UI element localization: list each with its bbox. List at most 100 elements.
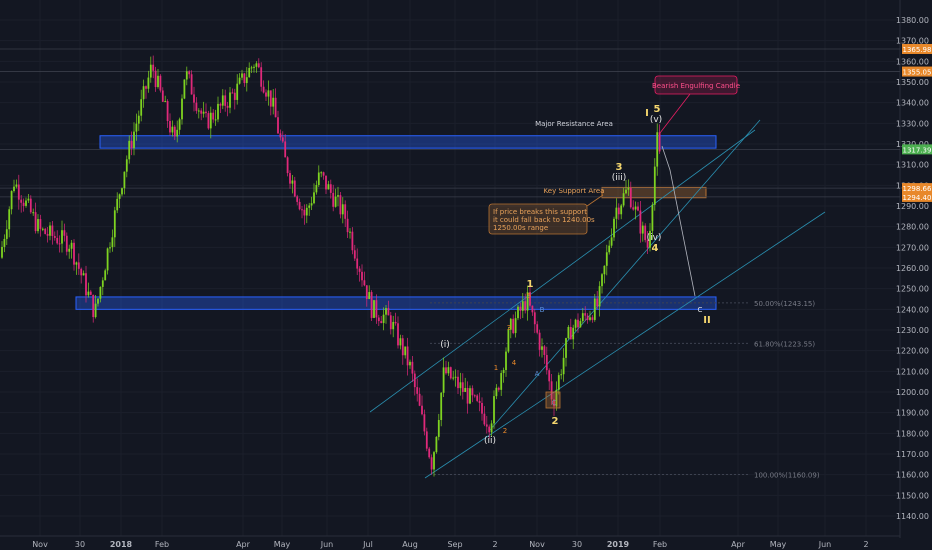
candle-body xyxy=(274,97,277,118)
candle-body xyxy=(608,245,611,253)
candle-body xyxy=(149,64,152,78)
candle-body xyxy=(560,374,563,376)
candle-body xyxy=(130,140,133,149)
candle-body xyxy=(593,298,596,320)
candle-body xyxy=(293,180,296,197)
y-tick-label: 1330.00 xyxy=(896,119,929,128)
candle-body xyxy=(538,332,541,350)
candle-body xyxy=(514,318,517,334)
candle-body xyxy=(145,86,147,89)
candle-body xyxy=(32,212,35,214)
candle-body xyxy=(298,201,301,210)
candle-body xyxy=(476,395,479,401)
candle-body xyxy=(500,373,503,390)
candle-body xyxy=(577,319,579,328)
candle-body xyxy=(154,70,157,88)
candle-body xyxy=(5,229,8,239)
candle-body xyxy=(334,196,337,207)
zone-label-resistance: Major Resistance Area xyxy=(535,120,613,128)
candle-body xyxy=(478,400,481,403)
price-chart[interactable]: Major Resistance AreaKey Support Area 50… xyxy=(0,0,932,550)
candle-body xyxy=(471,388,474,396)
y-tick-label: 1190.00 xyxy=(896,409,929,418)
candle-body xyxy=(39,219,42,229)
candle-body xyxy=(613,218,615,238)
candle-body xyxy=(349,231,351,233)
candle-body xyxy=(8,209,11,230)
candle-body xyxy=(488,426,491,433)
candle-body xyxy=(428,448,431,458)
x-tick-label: Apr xyxy=(236,540,251,549)
candle-body xyxy=(629,187,632,208)
x-tick-label: 2 xyxy=(492,540,497,549)
wave-label-white: (v) xyxy=(650,115,662,125)
candle-body xyxy=(118,194,121,199)
candle-body xyxy=(233,92,236,100)
candle-body xyxy=(591,317,594,320)
candle-body xyxy=(296,196,299,202)
wave2-box xyxy=(545,391,561,409)
candle-body xyxy=(418,393,421,406)
candle-body xyxy=(341,204,344,215)
candle-body xyxy=(433,452,435,470)
candle-body xyxy=(541,346,543,350)
candle-body xyxy=(75,262,78,265)
candle-body xyxy=(190,74,193,95)
y-tick-label: 1230.00 xyxy=(896,326,929,335)
y-tick-label: 1310.00 xyxy=(896,161,929,170)
candle-body xyxy=(603,265,606,275)
candle-body xyxy=(495,387,498,397)
candle-body xyxy=(37,219,39,232)
y-tick-label: 1210.00 xyxy=(896,367,929,376)
candle-body xyxy=(512,318,515,334)
candle-body xyxy=(375,300,378,318)
candle-body xyxy=(377,317,380,322)
candle-body xyxy=(325,175,327,190)
candle-body xyxy=(445,367,447,374)
candle-body xyxy=(219,103,222,106)
x-tick-label: Sep xyxy=(447,540,462,549)
candle-body xyxy=(565,338,567,358)
candle-body xyxy=(303,209,306,216)
candle-body xyxy=(615,207,618,219)
candle-body xyxy=(22,202,25,206)
candle-body xyxy=(99,286,102,299)
candle-body xyxy=(370,292,373,318)
candle-body xyxy=(641,225,644,234)
x-tick-label: Aug xyxy=(402,540,418,549)
candle-body xyxy=(183,79,186,99)
candle-body xyxy=(632,207,635,210)
candle-body xyxy=(507,329,510,352)
candle-body xyxy=(221,95,224,106)
candle-body xyxy=(147,77,150,89)
candle-body xyxy=(574,319,577,328)
candle-body xyxy=(454,376,457,378)
candle-body xyxy=(34,212,37,232)
candle-body xyxy=(320,172,323,174)
x-tick-label: Apr xyxy=(731,540,746,549)
candle-body xyxy=(73,242,75,265)
x-tick-label: Jul xyxy=(362,540,373,549)
y-tick-label: 1260.00 xyxy=(896,264,929,273)
candle-body xyxy=(313,192,315,204)
candle-body xyxy=(389,315,392,330)
wave-label-yellow: 5 xyxy=(654,104,661,115)
candle-body xyxy=(41,228,44,230)
candle-body xyxy=(459,382,462,389)
candle-body xyxy=(89,291,92,295)
candle-body xyxy=(265,92,267,97)
candle-body xyxy=(308,205,311,208)
wave-label-yellow: 2 xyxy=(552,416,559,427)
candle-body xyxy=(548,370,551,382)
candle-body xyxy=(461,382,464,392)
candle-body xyxy=(605,252,608,266)
candle-body xyxy=(579,321,582,328)
candle-body xyxy=(567,326,570,339)
x-tick-label: 2019 xyxy=(607,540,630,549)
y-tick-label: 1140.00 xyxy=(896,512,929,521)
candle-body xyxy=(125,159,128,172)
candle-body xyxy=(284,141,287,158)
candle-body xyxy=(363,280,366,286)
candle-body xyxy=(653,166,656,205)
candle-body xyxy=(241,73,243,78)
